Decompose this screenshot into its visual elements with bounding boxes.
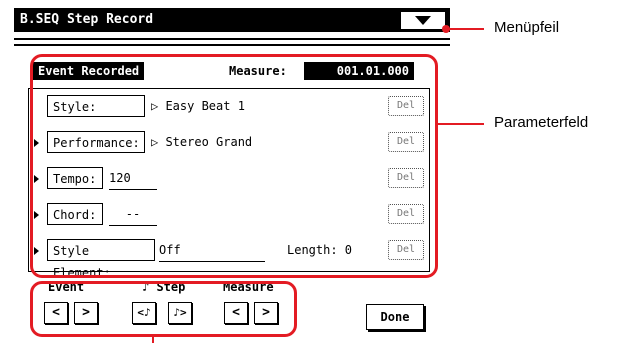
- menu-arrow-button[interactable]: [400, 11, 446, 30]
- callout-line-navigation: [152, 336, 154, 343]
- divider: [14, 38, 450, 40]
- title-bar: B.SEQ Step Record: [14, 8, 450, 32]
- callout-line-menu: [446, 28, 484, 30]
- parameter-callout-frame: [30, 54, 438, 278]
- callout-line-params: [437, 123, 484, 125]
- parameter-annotation: Parameterfeld: [494, 114, 589, 131]
- done-button[interactable]: Done: [366, 304, 424, 330]
- triangle-down-icon: [415, 16, 431, 25]
- navigation-callout-frame: [30, 281, 297, 337]
- menu-arrow-annotation: Menüpfeil: [494, 19, 560, 36]
- page-title: B.SEQ Step Record: [20, 12, 154, 27]
- divider: [14, 44, 450, 46]
